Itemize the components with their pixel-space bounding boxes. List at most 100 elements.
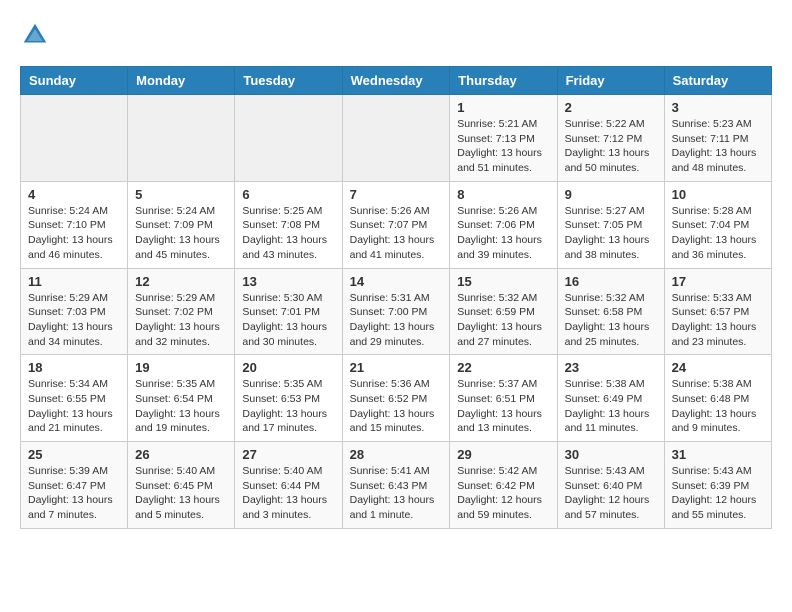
- day-number: 20: [242, 360, 334, 375]
- day-info: Sunrise: 5:25 AMSunset: 7:08 PMDaylight:…: [242, 204, 334, 263]
- day-info: Sunrise: 5:28 AMSunset: 7:04 PMDaylight:…: [672, 204, 764, 263]
- day-number: 25: [28, 447, 120, 462]
- day-info: Sunrise: 5:40 AMSunset: 6:45 PMDaylight:…: [135, 464, 227, 523]
- day-number: 18: [28, 360, 120, 375]
- day-info: Sunrise: 5:29 AMSunset: 7:02 PMDaylight:…: [135, 291, 227, 350]
- day-info: Sunrise: 5:22 AMSunset: 7:12 PMDaylight:…: [565, 117, 657, 176]
- calendar-cell: 31 Sunrise: 5:43 AMSunset: 6:39 PMDayligh…: [664, 442, 771, 529]
- day-number: 2: [565, 100, 657, 115]
- calendar-cell: 14Sunrise: 5:31 AMSunset: 7:00 PMDayligh…: [342, 268, 450, 355]
- calendar-header-row: SundayMondayTuesdayWednesdayThursdayFrid…: [21, 67, 772, 95]
- day-info: Sunrise: 5:38 AMSunset: 6:48 PMDaylight:…: [672, 377, 764, 436]
- calendar-cell: 5 Sunrise: 5:24 AMSunset: 7:09 PMDaylight…: [128, 181, 235, 268]
- calendar-week-row: 4 Sunrise: 5:24 AMSunset: 7:10 PMDaylight…: [21, 181, 772, 268]
- day-number: 5: [135, 187, 227, 202]
- day-number: 21: [350, 360, 443, 375]
- day-info: Sunrise: 5:32 AMSunset: 6:58 PMDaylight:…: [565, 291, 657, 350]
- day-info: Sunrise: 5:38 AMSunset: 6:49 PMDaylight:…: [565, 377, 657, 436]
- calendar-day-header: Tuesday: [235, 67, 342, 95]
- day-number: 15: [457, 274, 549, 289]
- calendar-cell: 11 Sunrise: 5:29 AMSunset: 7:03 PMDayligh…: [21, 268, 128, 355]
- day-info: Sunrise: 5:34 AMSunset: 6:55 PMDaylight:…: [28, 377, 120, 436]
- calendar-week-row: 25 Sunrise: 5:39 AMSunset: 6:47 PMDayligh…: [21, 442, 772, 529]
- calendar-cell: 12 Sunrise: 5:29 AMSunset: 7:02 PMDayligh…: [128, 268, 235, 355]
- day-info: Sunrise: 5:24 AMSunset: 7:10 PMDaylight:…: [28, 204, 120, 263]
- day-number: 17: [672, 274, 764, 289]
- calendar-cell: 17Sunrise: 5:33 AMSunset: 6:57 PMDayligh…: [664, 268, 771, 355]
- day-info: Sunrise: 5:21 AMSunset: 7:13 PMDaylight:…: [457, 117, 549, 176]
- calendar-cell: 18 Sunrise: 5:34 AMSunset: 6:55 PMDayligh…: [21, 355, 128, 442]
- day-info: Sunrise: 5:31 AMSunset: 7:00 PMDaylight:…: [350, 291, 443, 350]
- calendar-cell: [342, 95, 450, 182]
- calendar-cell: 29 Sunrise: 5:42 AMSunset: 6:42 PMDayligh…: [450, 442, 557, 529]
- day-info: Sunrise: 5:35 AMSunset: 6:53 PMDaylight:…: [242, 377, 334, 436]
- calendar-cell: 13 Sunrise: 5:30 AMSunset: 7:01 PMDayligh…: [235, 268, 342, 355]
- calendar-day-header: Sunday: [21, 67, 128, 95]
- day-number: 4: [28, 187, 120, 202]
- day-number: 24: [672, 360, 764, 375]
- day-info: Sunrise: 5:32 AMSunset: 6:59 PMDaylight:…: [457, 291, 549, 350]
- calendar-cell: 23 Sunrise: 5:38 AMSunset: 6:49 PMDayligh…: [557, 355, 664, 442]
- calendar-cell: 19 Sunrise: 5:35 AMSunset: 6:54 PMDayligh…: [128, 355, 235, 442]
- calendar-cell: 28Sunrise: 5:41 AMSunset: 6:43 PMDayligh…: [342, 442, 450, 529]
- logo-icon: [20, 20, 50, 50]
- day-info: Sunrise: 5:40 AMSunset: 6:44 PMDaylight:…: [242, 464, 334, 523]
- calendar-cell: 24 Sunrise: 5:38 AMSunset: 6:48 PMDayligh…: [664, 355, 771, 442]
- calendar-cell: 8 Sunrise: 5:26 AMSunset: 7:06 PMDaylight…: [450, 181, 557, 268]
- day-info: Sunrise: 5:29 AMSunset: 7:03 PMDaylight:…: [28, 291, 120, 350]
- calendar-week-row: 1 Sunrise: 5:21 AMSunset: 7:13 PMDaylight…: [21, 95, 772, 182]
- day-number: 19: [135, 360, 227, 375]
- calendar-cell: [235, 95, 342, 182]
- day-info: Sunrise: 5:37 AMSunset: 6:51 PMDaylight:…: [457, 377, 549, 436]
- day-info: Sunrise: 5:27 AMSunset: 7:05 PMDaylight:…: [565, 204, 657, 263]
- day-number: 7: [350, 187, 443, 202]
- calendar-cell: 30 Sunrise: 5:43 AMSunset: 6:40 PMDayligh…: [557, 442, 664, 529]
- day-number: 22: [457, 360, 549, 375]
- day-info: Sunrise: 5:26 AMSunset: 7:06 PMDaylight:…: [457, 204, 549, 263]
- calendar-day-header: Saturday: [664, 67, 771, 95]
- day-info: Sunrise: 5:39 AMSunset: 6:47 PMDaylight:…: [28, 464, 120, 523]
- calendar-day-header: Monday: [128, 67, 235, 95]
- day-number: 12: [135, 274, 227, 289]
- day-number: 26: [135, 447, 227, 462]
- day-info: Sunrise: 5:23 AMSunset: 7:11 PMDaylight:…: [672, 117, 764, 176]
- calendar-cell: 27 Sunrise: 5:40 AMSunset: 6:44 PMDayligh…: [235, 442, 342, 529]
- day-number: 29: [457, 447, 549, 462]
- day-number: 11: [28, 274, 120, 289]
- day-number: 9: [565, 187, 657, 202]
- day-info: Sunrise: 5:42 AMSunset: 6:42 PMDaylight:…: [457, 464, 549, 523]
- calendar-cell: 6 Sunrise: 5:25 AMSunset: 7:08 PMDaylight…: [235, 181, 342, 268]
- calendar-cell: 7 Sunrise: 5:26 AMSunset: 7:07 PMDaylight…: [342, 181, 450, 268]
- calendar-day-header: Wednesday: [342, 67, 450, 95]
- calendar-cell: 16 Sunrise: 5:32 AMSunset: 6:58 PMDayligh…: [557, 268, 664, 355]
- calendar-cell: 3 Sunrise: 5:23 AMSunset: 7:11 PMDaylight…: [664, 95, 771, 182]
- day-number: 31: [672, 447, 764, 462]
- day-info: Sunrise: 5:26 AMSunset: 7:07 PMDaylight:…: [350, 204, 443, 263]
- calendar-cell: 15 Sunrise: 5:32 AMSunset: 6:59 PMDayligh…: [450, 268, 557, 355]
- day-info: Sunrise: 5:24 AMSunset: 7:09 PMDaylight:…: [135, 204, 227, 263]
- day-number: 13: [242, 274, 334, 289]
- calendar-week-row: 18 Sunrise: 5:34 AMSunset: 6:55 PMDayligh…: [21, 355, 772, 442]
- logo: [20, 20, 54, 50]
- day-number: 3: [672, 100, 764, 115]
- day-info: Sunrise: 5:43 AMSunset: 6:39 PMDaylight:…: [672, 464, 764, 523]
- day-number: 1: [457, 100, 549, 115]
- calendar-cell: 25 Sunrise: 5:39 AMSunset: 6:47 PMDayligh…: [21, 442, 128, 529]
- day-info: Sunrise: 5:43 AMSunset: 6:40 PMDaylight:…: [565, 464, 657, 523]
- calendar-cell: 4 Sunrise: 5:24 AMSunset: 7:10 PMDaylight…: [21, 181, 128, 268]
- calendar-cell: 10Sunrise: 5:28 AMSunset: 7:04 PMDayligh…: [664, 181, 771, 268]
- day-info: Sunrise: 5:35 AMSunset: 6:54 PMDaylight:…: [135, 377, 227, 436]
- calendar-day-header: Friday: [557, 67, 664, 95]
- day-number: 28: [350, 447, 443, 462]
- day-number: 8: [457, 187, 549, 202]
- day-info: Sunrise: 5:30 AMSunset: 7:01 PMDaylight:…: [242, 291, 334, 350]
- calendar-cell: 1 Sunrise: 5:21 AMSunset: 7:13 PMDaylight…: [450, 95, 557, 182]
- day-number: 23: [565, 360, 657, 375]
- calendar-week-row: 11 Sunrise: 5:29 AMSunset: 7:03 PMDayligh…: [21, 268, 772, 355]
- day-number: 6: [242, 187, 334, 202]
- day-number: 27: [242, 447, 334, 462]
- day-number: 16: [565, 274, 657, 289]
- day-number: 30: [565, 447, 657, 462]
- calendar-cell: 9 Sunrise: 5:27 AMSunset: 7:05 PMDaylight…: [557, 181, 664, 268]
- calendar-cell: 26 Sunrise: 5:40 AMSunset: 6:45 PMDayligh…: [128, 442, 235, 529]
